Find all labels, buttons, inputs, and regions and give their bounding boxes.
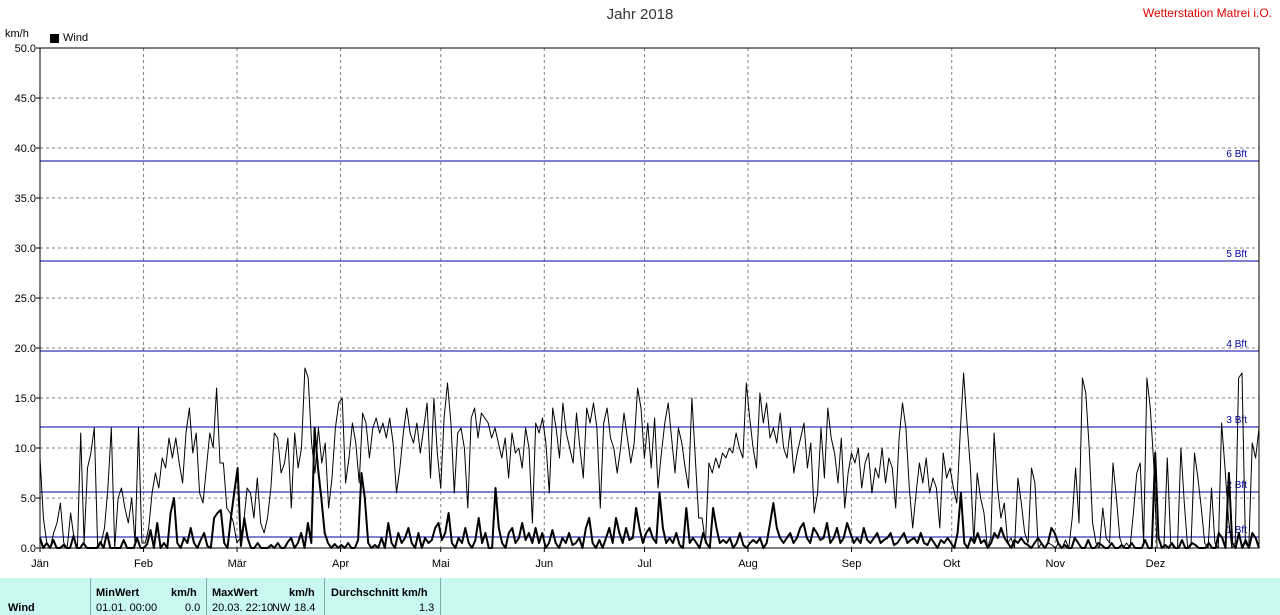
y-tick-label: 20.0 xyxy=(15,343,36,355)
stats-row-label: Wind xyxy=(8,602,35,614)
y-tick-label: 30.0 xyxy=(15,243,36,255)
y-tick-label: 5.0 xyxy=(21,493,36,505)
wind-chart: 1 Bft2 Bft3 Bft4 Bft5 Bft6 Bft 0.05.010.… xyxy=(15,43,1260,570)
stats-min-header: MinWert xyxy=(96,587,140,599)
stats-max-date: 20.03. 22:10 xyxy=(212,602,274,614)
x-axis: Jän Feb Mär Apr Mai Jun Jul Aug Sep Okt Nov Dez xyxy=(31,548,1165,570)
chart-title: Jahr 2018 xyxy=(606,6,674,23)
x-tick-label: Apr xyxy=(332,558,349,570)
y-axis: 0.0 5.0 10.0 15.0 20.0 25.0 30.0 35.0 40.0 45.0 50… xyxy=(15,43,1260,555)
stats-max-cell: MaxWert km/h 20.03. 22:10 NW 18.4 xyxy=(206,578,324,615)
beaufort-label: 4 Bft xyxy=(1226,339,1247,350)
x-tick-label: Aug xyxy=(738,558,758,570)
stats-min-value: 0.0 xyxy=(185,602,201,614)
legend-swatch xyxy=(50,33,59,43)
legend: Wind xyxy=(50,32,88,44)
chart-series xyxy=(39,367,1260,549)
statistics-table: Wind MinWert km/h 01.01. 00:00 0.0 MaxWe… xyxy=(0,578,1280,615)
stats-min-date: 01.01. 00:00 xyxy=(96,602,158,614)
stats-row-label-cell: Wind xyxy=(0,578,90,615)
stats-max-value: 18.4 xyxy=(294,602,316,614)
y-axis-unit: km/h xyxy=(5,28,29,40)
stats-min-cell: MinWert km/h 01.01. 00:00 0.0 xyxy=(90,578,206,615)
x-tick-label: Jul xyxy=(637,558,651,570)
x-tick-label: Mai xyxy=(432,558,450,570)
x-tick-label: Sep xyxy=(842,558,862,570)
y-tick-label: 10.0 xyxy=(15,443,36,455)
y-tick-label: 40.0 xyxy=(15,143,36,155)
y-tick-label: 25.0 xyxy=(15,293,36,305)
x-tick-label: Feb xyxy=(134,558,153,570)
x-tick-label: Mär xyxy=(228,558,247,570)
x-tick-label: Okt xyxy=(943,558,960,570)
y-tick-label: 15.0 xyxy=(15,393,36,405)
stats-max-header: MaxWert xyxy=(212,587,258,599)
y-tick-label: 35.0 xyxy=(15,193,36,205)
station-name: Wetterstation Matrei i.O. xyxy=(1142,6,1272,20)
x-tick-label: Jun xyxy=(535,558,553,570)
legend-label: Wind xyxy=(63,32,89,44)
stats-max-unit: km/h xyxy=(289,587,315,599)
y-tick-label: 50.0 xyxy=(15,43,36,55)
stats-max-dir: NW xyxy=(272,602,291,614)
stats-min-unit: km/h xyxy=(171,587,197,599)
beaufort-label: 5 Bft xyxy=(1226,249,1247,260)
y-tick-label: 45.0 xyxy=(15,93,36,105)
beaufort-label: 3 Bft xyxy=(1226,415,1247,426)
stats-avg-header: Durchschnitt km/h xyxy=(331,587,428,599)
beaufort-label: 6 Bft xyxy=(1226,149,1247,160)
stats-avg-value: 1.3 xyxy=(419,602,435,614)
x-tick-label: Dez xyxy=(1146,558,1166,570)
y-tick-label: 0.0 xyxy=(21,543,36,555)
x-tick-label: Jän xyxy=(31,558,49,570)
stats-avg-cell: Durchschnitt km/h 1.3 xyxy=(324,578,441,615)
x-tick-label: Nov xyxy=(1045,558,1065,570)
